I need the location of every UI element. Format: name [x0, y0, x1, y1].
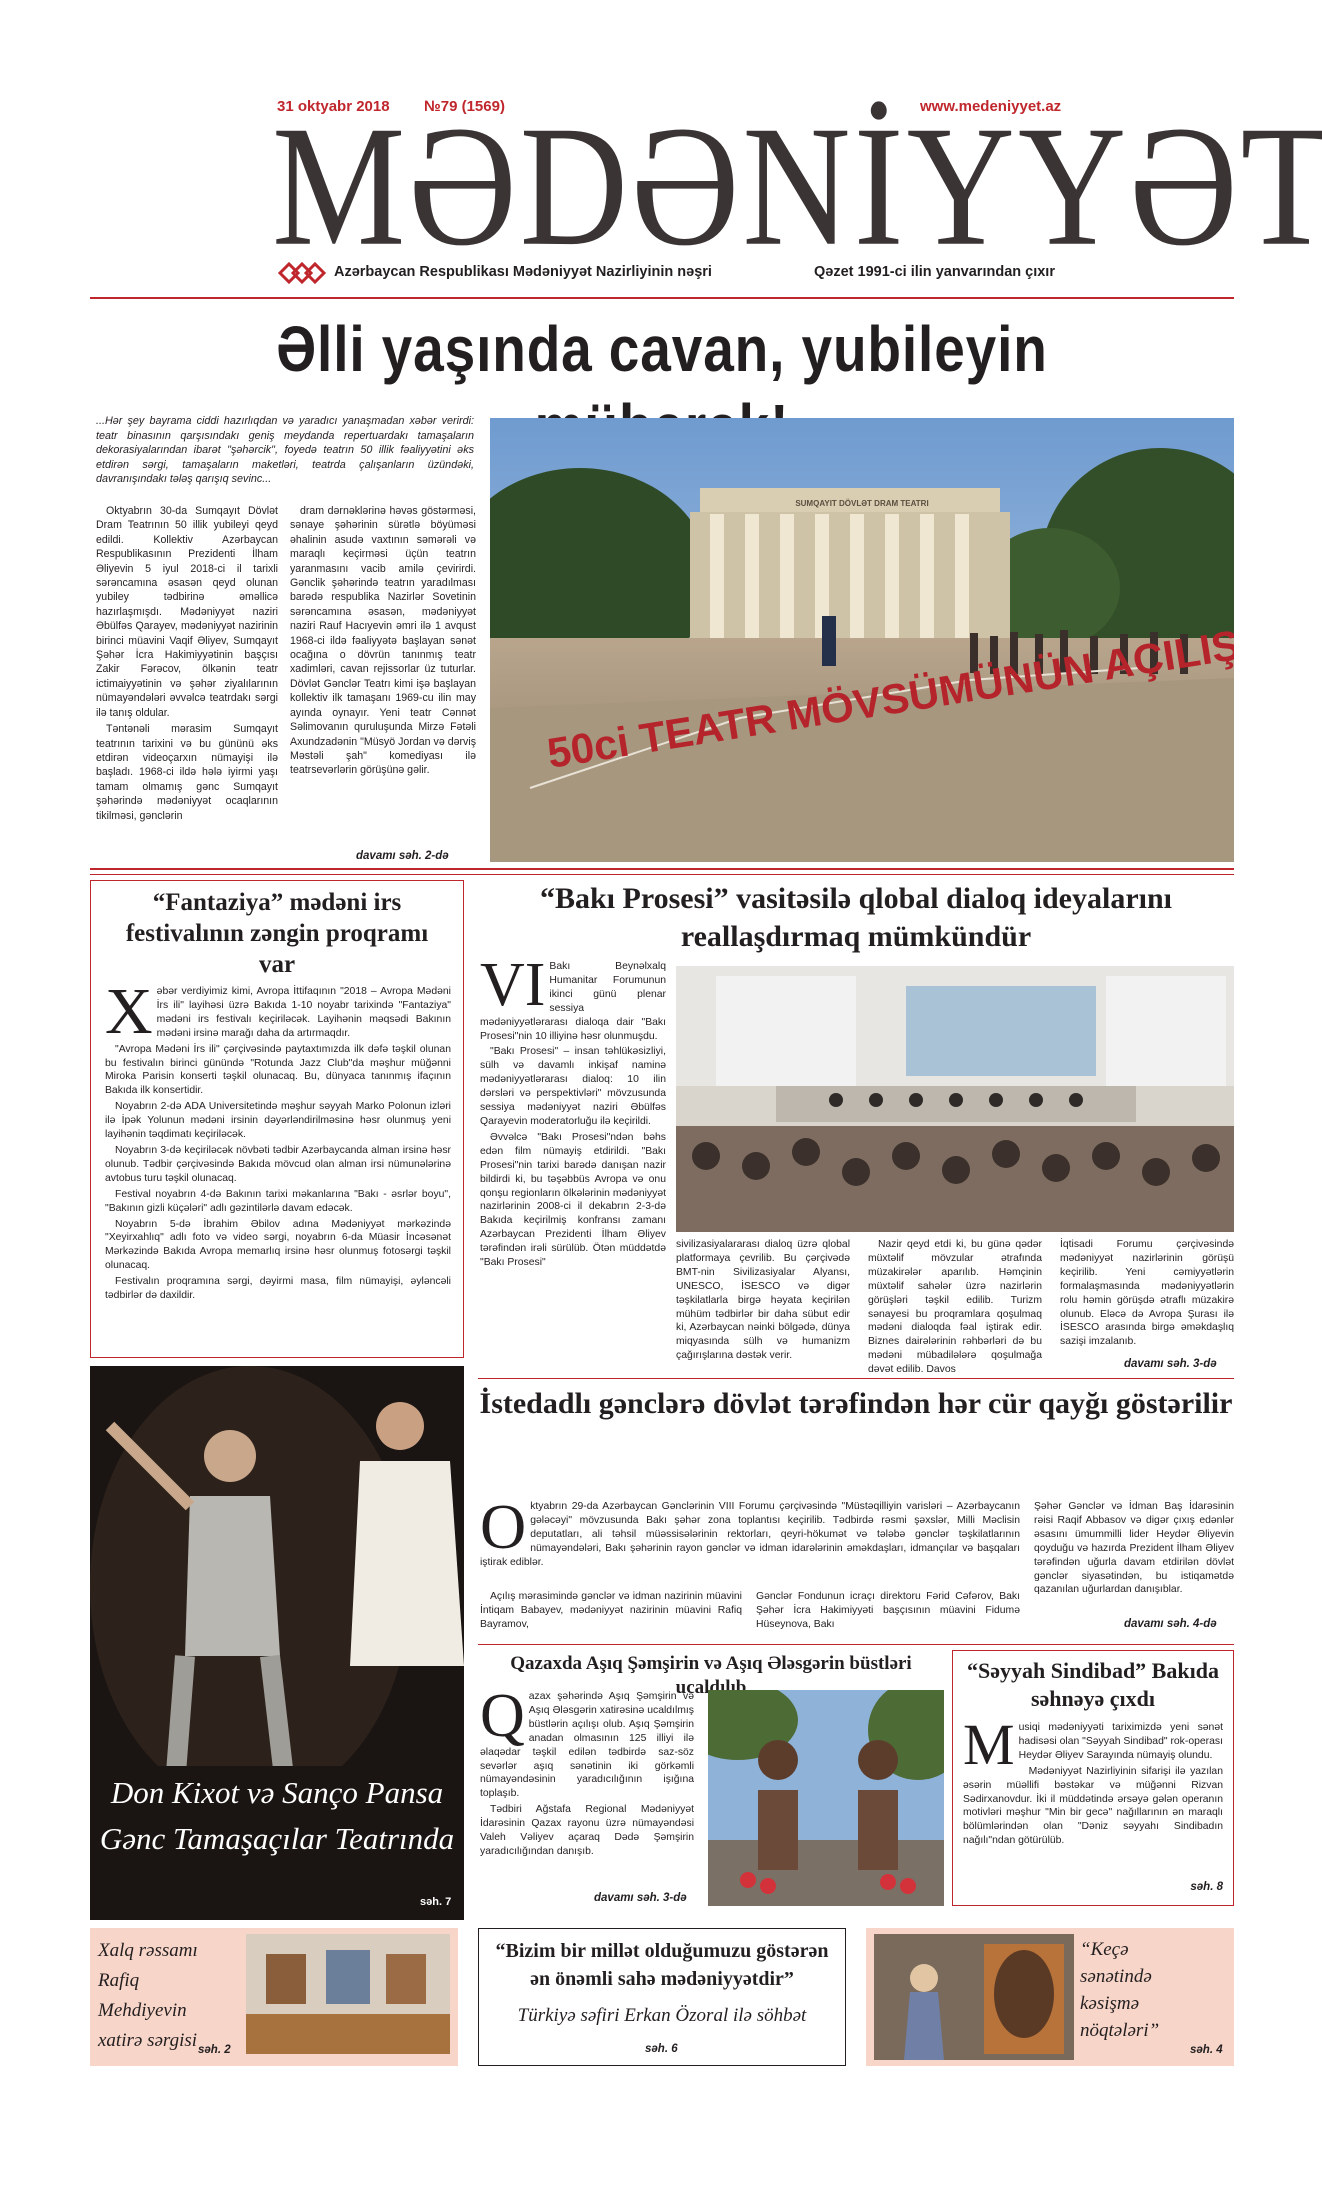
promo-line: Xalq rəssamı — [98, 1940, 198, 1961]
promo-line: nöqtələri” — [1080, 2020, 1160, 2041]
paragraph: sivilizasiyalararası dialoq üzrə qlobal … — [676, 1239, 850, 1362]
page-ref: səh. 4 — [1190, 2044, 1223, 2056]
promo-right-text: “Keçə sənətində kəsişmə nöqtələri” — [1080, 1936, 1230, 2044]
quote-line: ən önəmli sahə mədəniyyətdir” — [530, 1968, 794, 1990]
continued-link[interactable]: davamı səh. 4-də — [1124, 1618, 1217, 1630]
baki-column-1: VI Bakı Beynəlxalq Humanitar Forumunun ik… — [480, 951, 666, 1272]
baki-column-4: İqtisadi Forumu çərçivəsində mədəniyyət … — [1060, 1238, 1234, 1351]
baki-column-3: Nazir qeyd etdi ki, bu günə qədər müxtəl… — [868, 1238, 1042, 1379]
page-ref: səh. 6 — [645, 2043, 678, 2055]
paragraph: Noyabrın 2-də ADA Universitetində məşhur… — [105, 1101, 451, 1141]
sindibad-body: Musiqi mədəniyyəti tariximizdə yeni sənə… — [963, 1712, 1223, 1850]
paragraph: Festival noyabrın 4-də Bakının tarixi mə… — [105, 1188, 451, 1214]
paragraph: Festivalın proqramına sərgi, dəyirmi mas… — [105, 1276, 451, 1302]
section-rule — [90, 868, 1234, 870]
page-ref[interactable]: səh. 8 — [1190, 1881, 1223, 1893]
istedadli-column-3: Şəhər Gənclər və İdman Baş İdarəsinin rə… — [1034, 1500, 1234, 1599]
continued-link[interactable]: davamı səh. 2-də — [356, 850, 449, 862]
istedadli-column-1: Açılış mərasimində gənclər və idman nazi… — [480, 1590, 742, 1634]
paragraph: usiqi mədəniyyəti tariximizdə yeni sənət… — [1018, 1722, 1223, 1761]
paragraph: ktyabrın 29-da Azərbaycan Gənclərinin VI… — [480, 1501, 1020, 1568]
baki-title: “Bakı Prosesi” vasitəsilə qlobal dialoq … — [539, 882, 1173, 953]
lead-column-1: Oktyabrın 30-da Sumqayıt Dövlət Dram Tea… — [96, 504, 278, 825]
dropcap: X — [105, 975, 153, 1048]
dropcap: O — [480, 1491, 527, 1562]
section-rule — [478, 1378, 1234, 1379]
istedadli-title: İstedadlı gənclərə dövlət tərəfindən hər… — [479, 1387, 1233, 1420]
section-rule — [478, 1644, 1234, 1645]
paragraph: Noyabrın 3-də keçiriləcək növbəti tədbir… — [105, 1144, 451, 1184]
caption-line: Don Kixot və Sanço Pansa — [110, 1775, 444, 1810]
qazax-body: Qazax şəhərində Aşıq Şəmşirin və Aşıq Əl… — [480, 1682, 694, 1861]
sindibad-box: “Səyyah Sindibad” Bakıda səhnəyə çıxdı M… — [952, 1650, 1234, 1906]
paragraph: İqtisadi Forumu çərçivəsində mədəniyyət … — [1060, 1239, 1234, 1348]
paragraph: Tədbiri Ağstafa Regional Mədəniyyət İdar… — [480, 1804, 694, 1857]
paragraph: Nazir qeyd etdi ki, bu günə qədər müxtəl… — [868, 1239, 1042, 1376]
promo-line: kəsişmə — [1080, 1993, 1140, 2014]
theatre-photo: SUMQAYIT DÖVLƏT DRAM TEATRI 50ci TEATR M… — [490, 418, 1234, 862]
istedadli-column-2: Gənclər Fondunun icraçı direktoru Fərid … — [756, 1590, 1020, 1634]
building-sign: SUMQAYIT DÖVLƏT DRAM TEATRI — [795, 499, 928, 508]
fantaziya-title: “Fantaziya” mədəni irs festivalının zəng… — [125, 889, 429, 978]
fantaziya-box: “Fantaziya” mədəni irs festivalının zəng… — [90, 880, 464, 1358]
paragraph: Təntənəli mərasim Sumqayıt teatrının tar… — [96, 723, 278, 822]
dropcap: Q — [480, 1682, 525, 1750]
paragraph: "Avropa Mədəni İrs ili" çərçivəsində pay… — [105, 1043, 451, 1097]
promo-line: “Keçə — [1080, 1939, 1129, 1960]
promo-right[interactable]: “Keçə sənətində kəsişmə nöqtələri” səh. … — [866, 1928, 1234, 2066]
continued-link[interactable]: davamı səh. 3-də — [1124, 1358, 1217, 1370]
ornament-knot-icon — [277, 261, 327, 285]
paragraph: əbər verdiyimiz kimi, Avropa İttifaqının… — [156, 986, 451, 1039]
publisher-line: Azərbaycan Respublikası Mədəniyyət Nazir… — [334, 264, 712, 280]
masthead-rule — [90, 297, 1234, 299]
paragraph: Mədəniyyət Nazirliyinin sifarişi ilə yaz… — [963, 1765, 1223, 1847]
lead-intro: ...Hər şey bayrama ciddi hazırlıqdan və … — [96, 415, 474, 485]
promo-line: Rafiq — [98, 1970, 140, 1991]
paragraph: Noyabrın 5-də İbrahim Əbilov adına Mədən… — [105, 1218, 451, 1272]
section-rule-thin — [90, 874, 1234, 875]
paragraph: dram dərnəklərinə həvəs göstərməsi, səna… — [290, 505, 476, 777]
caption-line: Gənc Tamaşaçılar Teatrında — [99, 1821, 455, 1856]
istedadli-lead: Oktyabrın 29-da Azərbaycan Gənclərinin V… — [480, 1491, 1020, 1570]
newspaper-title: MƏDƏNİYYƏT — [272, 90, 1322, 282]
felt-art-photo — [874, 1934, 1074, 2060]
page-ref[interactable]: səh. 7 — [420, 1896, 451, 1908]
promo-middle[interactable]: “Bizim bir millət olduğumuzu göstərən ən… — [478, 1928, 846, 2066]
fantaziya-body: Xəbər verdiyimiz kimi, Avropa İttifaqını… — [105, 975, 451, 1305]
paragraph: "Bakı Prosesi" – insan təhlükəsizliyi, s… — [480, 1046, 666, 1127]
promo-quote: “Bizim bir millət olduğumuzu göstərən ən… — [485, 1937, 839, 1993]
page-ref: səh. 2 — [198, 2044, 231, 2056]
promo-line: sənətində — [1080, 1966, 1152, 1987]
promo-line: Mehdiyevin — [98, 2000, 187, 2021]
promo-subtitle: Türkiyə səfiri Erkan Özoral ilə söhbət — [517, 2005, 807, 2026]
busts-photo — [708, 1690, 944, 1906]
quote-line: “Bizim bir millət olduğumuzu göstərən — [495, 1940, 829, 1962]
forum-photo — [676, 966, 1234, 1232]
sindibad-title: “Səyyah Sindibad” Bakıda səhnəyə çıxdı — [967, 1658, 1219, 1711]
dropcap: M — [963, 1712, 1015, 1777]
promo-left[interactable]: Xalq rəssamı Rafiq Mehdiyevin xatirə sər… — [90, 1928, 458, 2066]
founded-line: Qəzet 1991-ci ilin yanvarından çıxır — [814, 264, 1055, 280]
dropcap: VI — [480, 951, 546, 1019]
paragraph: Şəhər Gənclər və İdman Baş İdarəsinin rə… — [1034, 1501, 1234, 1596]
paragraph: Oktyabrın 30-da Sumqayıt Dövlət Dram Tea… — [96, 505, 278, 719]
exhibition-photo — [246, 1934, 450, 2054]
don-kixot-caption: Don Kixot və Sanço Pansa Gənc Tamaşaçıla… — [90, 1770, 464, 1862]
paragraph: Gənclər Fondunun icraçı direktoru Fərid … — [756, 1591, 1020, 1630]
baki-column-2: sivilizasiyalararası dialoq üzrə qlobal … — [676, 1238, 850, 1365]
paragraph: Açılış mərasimində gənclər və idman nazi… — [480, 1591, 742, 1630]
continued-link[interactable]: davamı səh. 3-də — [594, 1892, 687, 1904]
promo-left-text: Xalq rəssamı Rafiq Mehdiyevin xatirə sər… — [98, 1936, 248, 2056]
lead-column-2: dram dərnəklərinə həvəs göstərməsi, səna… — [290, 504, 476, 780]
paragraph: Əvvəlcə "Bakı Prosesi"ndən bəhs edən fil… — [480, 1131, 666, 1269]
